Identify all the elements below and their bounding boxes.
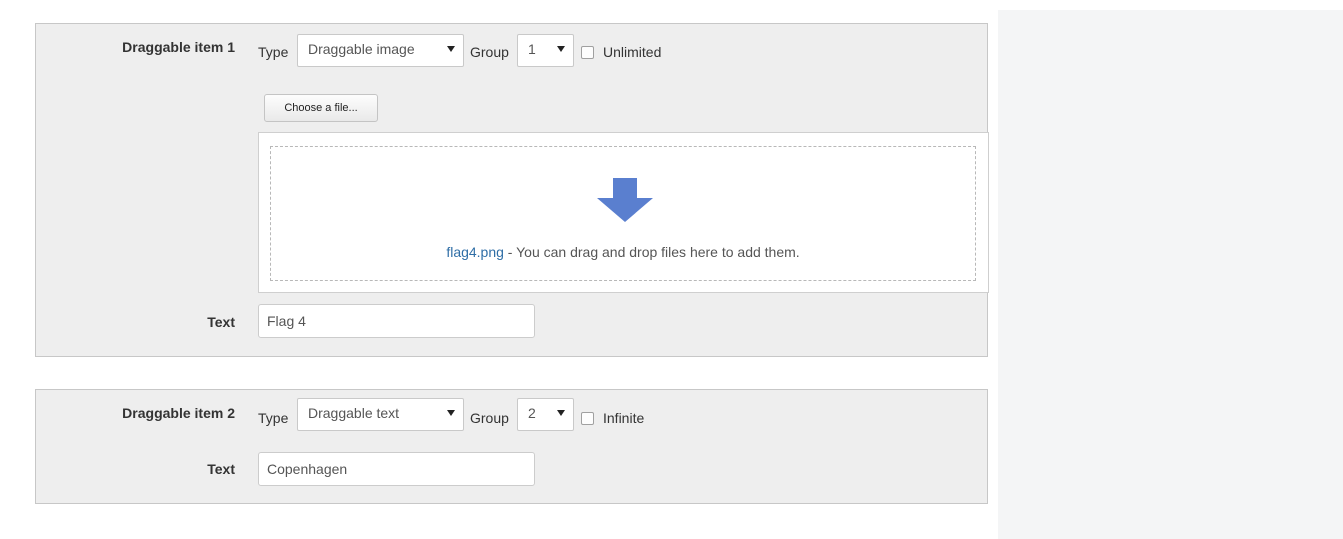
drop-zone-message: flag4.png - You can drag and drop files … [271,244,975,260]
draggable-item-1-label: Draggable item 1 [122,39,235,55]
caret-down-icon [557,410,565,416]
text-field[interactable]: Flag 4 [258,304,535,338]
text-field[interactable]: Copenhagen [258,452,535,486]
choose-file-button[interactable]: Choose a file... [264,94,378,122]
arrow-down-icon [597,178,653,222]
text-label: Text [207,461,235,477]
file-manager: flag4.png - You can drag and drop files … [258,132,989,293]
group-select-value: 2 [528,405,536,421]
page-right-background [998,10,1343,539]
caret-down-icon [447,46,455,52]
type-select-value: Draggable image [308,41,415,57]
caret-down-icon [447,410,455,416]
caret-down-icon [557,46,565,52]
type-select[interactable]: Draggable text [297,398,464,431]
group-label: Group [470,44,509,60]
type-label: Type [258,410,289,426]
unlimited-checkbox[interactable] [581,46,594,59]
drop-zone-hint: - You can drag and drop files here to ad… [503,244,800,260]
draggable-item-1-panel: Draggable item 1 Type Draggable image Gr… [35,23,989,357]
draggable-item-2-label: Draggable item 2 [122,405,235,421]
file-drop-zone[interactable]: flag4.png - You can drag and drop files … [270,146,976,281]
group-select-value: 1 [528,41,536,57]
group-select[interactable]: 1 [517,34,574,67]
type-label: Type [258,44,289,60]
infinite-label: Infinite [603,410,645,426]
type-select[interactable]: Draggable image [297,34,464,67]
unlimited-label: Unlimited [603,44,662,60]
uploaded-file-link[interactable]: flag4.png [446,244,504,260]
text-label: Text [207,314,235,330]
infinite-checkbox[interactable] [581,412,594,425]
type-select-value: Draggable text [308,405,400,421]
group-label: Group [470,410,509,426]
draggable-item-2-panel: Draggable item 2 Type Draggable text Gro… [35,389,988,504]
group-select[interactable]: 2 [517,398,574,431]
